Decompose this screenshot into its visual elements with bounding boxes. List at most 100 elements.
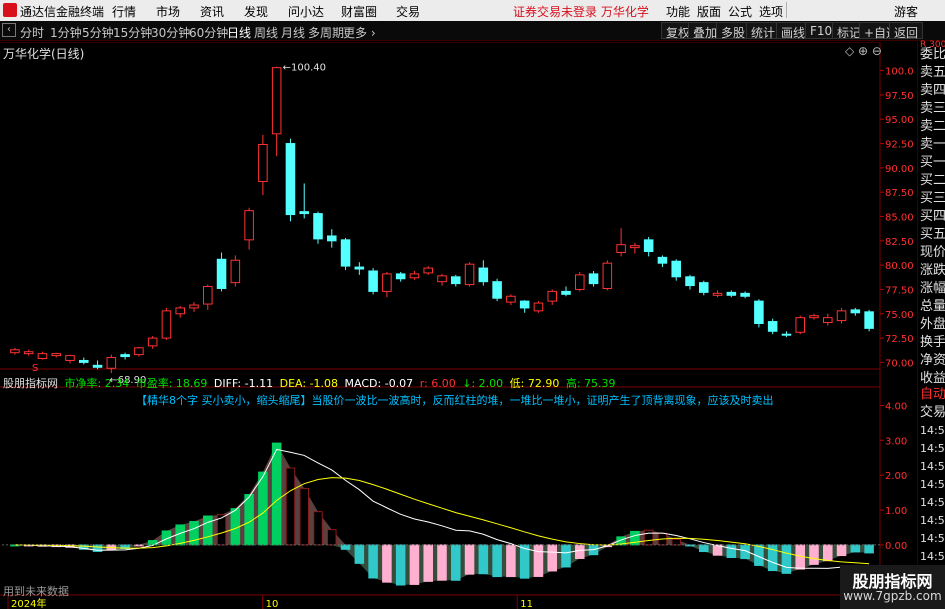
- quote-row: 买四: [920, 209, 945, 224]
- candle-body: [216, 258, 227, 289]
- menu-item-discover[interactable]: 发现: [244, 3, 268, 20]
- macd-bar: [437, 544, 447, 581]
- menu-item-formula[interactable]: 公式: [728, 3, 752, 20]
- candle-body: [382, 273, 392, 292]
- tick-time: 14:56: [920, 532, 945, 545]
- candle-body: [51, 353, 61, 357]
- zoom-controls-icon[interactable]: ◇ ⊕ ⊖: [845, 44, 882, 58]
- candle-body: [313, 213, 323, 240]
- menu-item-trade[interactable]: 交易: [396, 3, 420, 20]
- macd-tick-label: 2.00: [885, 471, 907, 482]
- macd-tick-label: 1.00: [885, 506, 907, 517]
- quote-row: 买五: [920, 227, 945, 242]
- candle-body: [395, 273, 406, 280]
- candle-body: [506, 295, 516, 303]
- candle-body: [492, 281, 502, 299]
- menu-item-options[interactable]: 选项: [759, 3, 783, 20]
- candle-body: [547, 290, 557, 302]
- price-tick-label: 85.00: [885, 213, 914, 224]
- period-tab-daily[interactable]: 日线: [227, 24, 251, 41]
- quote-row: 总量: [920, 299, 945, 314]
- candle-body: [616, 244, 626, 253]
- candle-body: [726, 291, 737, 296]
- candle-body: [23, 351, 34, 355]
- candle-body: [699, 282, 709, 293]
- candle-body: [823, 317, 833, 324]
- menu-bar: 通达信金融终端 行情 市场 资讯 发现 问小达 财富圈 交易 证券交易未登录 万…: [0, 0, 945, 21]
- menu-item-function[interactable]: 功能: [666, 3, 690, 20]
- period-tab-multi[interactable]: 多周期: [308, 24, 344, 41]
- indicator-name[interactable]: 股朋指标网: [3, 377, 58, 390]
- period-tab-5min[interactable]: 5分钟: [82, 24, 114, 41]
- indicator-values: 股朋指标网 市净率: 2.34 市盈率: 18.69 DIFF: -1.11 D…: [3, 375, 619, 391]
- watermark: 股朋指标网 www.7gpzb.com: [840, 565, 945, 609]
- candle-body: [712, 292, 723, 296]
- indicator-field: ↓: 2.00: [462, 377, 504, 390]
- menu-divider: [786, 2, 787, 18]
- quote-row: 外盘: [920, 317, 945, 332]
- candle-body: [864, 311, 874, 329]
- candle-body: [754, 300, 764, 324]
- quote-row: 收益: [920, 371, 945, 386]
- stats-button[interactable]: 统计: [746, 22, 781, 40]
- menu-item-market[interactable]: 市场: [156, 3, 180, 20]
- quote-row: 买二: [920, 173, 945, 188]
- candle-body: [533, 302, 544, 312]
- period-tab-monthly[interactable]: 月线: [281, 24, 305, 41]
- date-label: 10: [266, 599, 279, 609]
- candle-body: [189, 304, 199, 309]
- multi-stock-button[interactable]: 多股: [716, 22, 751, 40]
- indicator-field: MACD: -0.07: [344, 377, 414, 390]
- tab-auto[interactable]: 自动: [920, 386, 945, 403]
- macd-bar: [823, 544, 833, 562]
- price-tick-label: 70.00: [885, 358, 914, 369]
- return-button[interactable]: 返回: [889, 22, 924, 40]
- chart-svg[interactable]: 100.0 97.50 95.00 92.50 90.00 87.50 85.00 82.50…: [0, 42, 917, 609]
- period-tab-1min[interactable]: 1分钟: [50, 24, 82, 41]
- quote-row: 换手: [920, 335, 945, 350]
- menu-item-ask[interactable]: 问小达: [288, 3, 324, 20]
- price-tick-label: 95.00: [885, 115, 914, 126]
- candle-body: [203, 286, 213, 305]
- login-status[interactable]: 证券交易未登录 万华化学: [513, 3, 649, 20]
- quote-panel: R 300 委比 卖五 卖四 卖三 卖二 卖一 买一 买二 买三 买四 买五 现…: [917, 40, 945, 609]
- candle-body: [850, 309, 861, 314]
- candle-body: [327, 235, 337, 242]
- period-tab-intraday[interactable]: 分时: [20, 24, 44, 41]
- candle-body: [437, 275, 447, 283]
- tab-trade[interactable]: 交易: [920, 404, 945, 421]
- candle-body: [451, 276, 461, 285]
- period-tab-more[interactable]: 更多 ›: [343, 24, 376, 41]
- quote-row: 现价: [920, 245, 945, 260]
- menu-item-news[interactable]: 资讯: [200, 3, 224, 20]
- macd-bar: [726, 544, 737, 559]
- indicator-field: DEA: -1.08: [279, 377, 339, 390]
- period-tab-60min[interactable]: 60分钟: [189, 24, 228, 41]
- user-guest[interactable]: 游客: [894, 3, 918, 20]
- price-tick-label: 100.0: [885, 67, 914, 78]
- macd-bar: [354, 544, 365, 564]
- candle-body: [299, 211, 309, 215]
- quote-row: 买一: [920, 155, 945, 170]
- signal-marker: S: [32, 363, 38, 374]
- quote-row: 卖五: [920, 65, 945, 80]
- chart-area[interactable]: 100.0 97.50 95.00 92.50 90.00 87.50 85.00 82.50…: [0, 42, 914, 609]
- period-tab-30min[interactable]: 30分钟: [151, 24, 190, 41]
- menu-item-layout[interactable]: 版面: [697, 3, 721, 20]
- menu-item-quotes[interactable]: 行情: [112, 3, 136, 20]
- period-tab-weekly[interactable]: 周线: [254, 24, 278, 41]
- macd-bar: [451, 544, 461, 581]
- macd-bar: [850, 544, 861, 553]
- macd-bar: [699, 544, 709, 553]
- watermark-url: www.7gpzb.com: [843, 589, 942, 603]
- candle-body: [795, 317, 805, 333]
- menu-item-wealth[interactable]: 财富圈: [341, 3, 377, 20]
- candle-body: [561, 290, 571, 295]
- candle-body: [409, 273, 420, 279]
- back-icon[interactable]: ‹: [2, 23, 16, 37]
- period-toolbar: ‹ 分时 1分钟 5分钟 15分钟 30分钟 60分钟 日线 周线 月线 多周期…: [0, 21, 945, 41]
- macd-bar: [382, 544, 392, 583]
- period-tab-15min[interactable]: 15分钟: [113, 24, 152, 41]
- indicator-field: DIFF: -1.11: [213, 377, 274, 390]
- app-title: 通达信金融终端: [20, 5, 105, 19]
